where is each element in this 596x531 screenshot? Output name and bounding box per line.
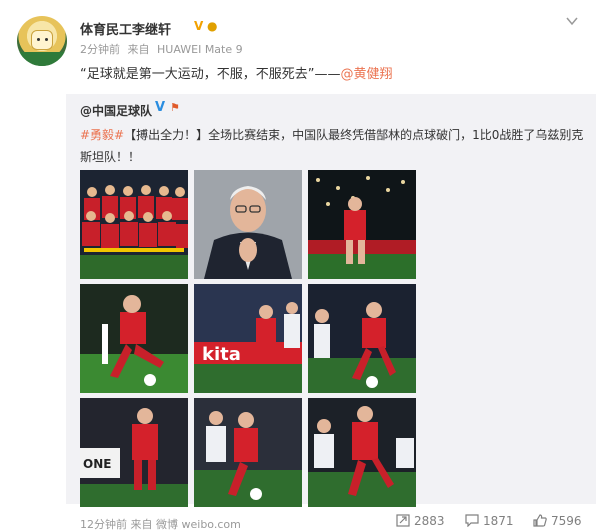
mention-link[interactable]: @黄健翔 [340,67,392,82]
thumbs-up-icon [533,514,547,527]
photo-captain[interactable]: ONE [80,398,188,507]
author-name[interactable]: 体育民工李继轩 [80,19,171,38]
like-count: 7596 [551,514,582,528]
original-source[interactable]: 微博 weibo.com [156,518,241,531]
comment-button[interactable]: 1871 [465,514,514,528]
original-body: 【搏出全力！】全场比赛结束，中国队最终凭借郜林的点球破门，1比0战胜了乌兹别克斯… [80,128,584,164]
like-button[interactable]: 7596 [533,514,582,528]
repost-button[interactable]: 2883 [396,514,445,528]
flag-badge-icon: ⚑ [170,101,180,114]
svg-text:ONE: ONE [83,457,111,471]
photo-coach-applause[interactable] [194,170,302,279]
source-prefix: 来自 [127,43,150,56]
comment-icon [465,514,479,528]
post-text: “足球就是第一大运动，不服，不服死去”——@黄健翔 [80,63,393,82]
original-time[interactable]: 12分钟前 [80,518,127,531]
repost-icon [396,514,410,527]
photo-team-lineup[interactable] [80,170,188,279]
bulb-badge-icon: ● [207,19,218,33]
original-author[interactable]: @中国足球队 [80,102,152,119]
photo-player-celebrating[interactable] [308,170,416,279]
repost-count: 2883 [414,514,445,528]
photo-grid: kita ONE [80,170,420,508]
hashtag-link[interactable]: #勇毅# [80,128,124,142]
avatar[interactable] [17,16,67,66]
photo-penalty-celebration[interactable]: kita [194,284,302,393]
photo-ball-battle[interactable] [308,398,416,507]
post-time[interactable]: 2分钟前 [80,43,120,56]
verified-v-icon: V [194,19,204,33]
svg-text:kita: kita [202,344,241,365]
post-quote: “足球就是第一大运动，不服，不服死去”—— [80,67,341,82]
comment-count: 1871 [483,514,514,528]
photo-duel[interactable] [194,398,302,507]
original-meta: 12分钟前 来自 微博 weibo.com [80,516,241,531]
photo-player-shooting[interactable] [80,284,188,393]
chevron-down-icon[interactable] [565,14,579,28]
post-meta: 2分钟前 来自 HUAWEI Mate 9 [80,41,247,57]
verified-blue-icon: V [155,100,166,115]
photo-player-dribbling[interactable] [308,284,416,393]
post-source[interactable]: HUAWEI Mate 9 [157,43,243,56]
original-source-prefix: 来自 [130,518,153,531]
original-text: #勇毅#【搏出全力！】全场比赛结束，中国队最终凭借郜林的点球破门，1比0战胜了乌… [80,124,588,168]
